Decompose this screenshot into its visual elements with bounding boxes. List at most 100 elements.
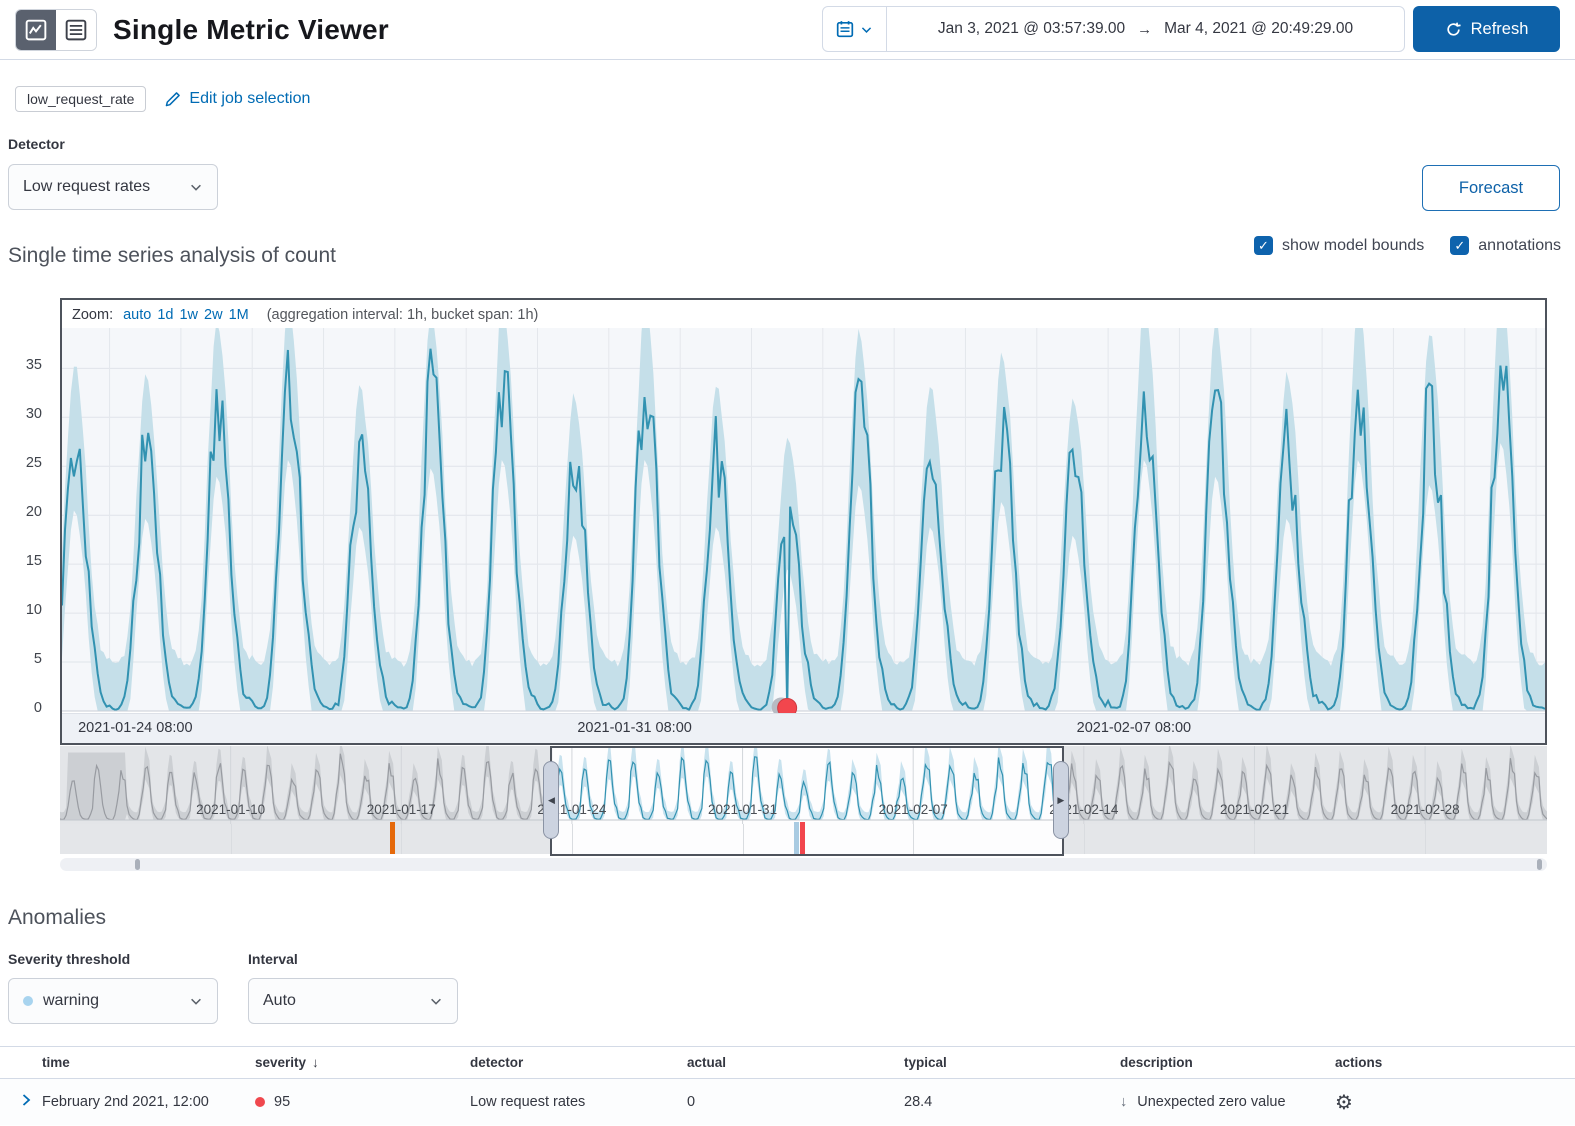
x-tick-label: 2021-02-07 08:00 xyxy=(1049,720,1219,736)
expand-row-button[interactable] xyxy=(0,1079,42,1126)
context-time-series-plot[interactable]: 2021-01-102021-01-172021-01-242021-01-31… xyxy=(60,746,1547,824)
swimlane-gridline xyxy=(231,824,232,854)
swimlane-gridline xyxy=(1084,824,1085,854)
x-tick-label: 2021-01-31 08:00 xyxy=(550,720,720,736)
y-tick-label: 30 xyxy=(26,406,42,422)
zoom-auto-link[interactable]: auto xyxy=(123,307,151,323)
brush-left-handle[interactable]: ◀ xyxy=(543,761,559,839)
detector-label: Detector xyxy=(8,136,65,152)
start-date-button[interactable]: Jan 3, 2021 @ 03:57:39.00 xyxy=(938,20,1125,38)
brush-right-handle[interactable]: ▶ xyxy=(1053,761,1069,839)
refresh-label: Refresh xyxy=(1471,20,1529,39)
scrollbar-left-handle[interactable] xyxy=(135,859,140,870)
y-tick-label: 15 xyxy=(26,553,42,569)
swimlane-gridline xyxy=(913,824,914,854)
table-row: February 2nd 2021, 12:00 95 Low request … xyxy=(0,1079,1575,1126)
annotations-checkbox[interactable]: ✓ annotations xyxy=(1450,236,1561,255)
anomalies-heading: Anomalies xyxy=(8,906,106,930)
y-tick-label: 35 xyxy=(26,357,42,373)
edit-job-selection-label: Edit job selection xyxy=(189,90,310,108)
checkbox-checked-icon: ✓ xyxy=(1450,236,1469,255)
anomaly-swimlane[interactable] xyxy=(60,824,1547,854)
end-date-button[interactable]: Mar 4, 2021 @ 20:49:29.00 xyxy=(1164,20,1353,38)
svg-text:2021-02-28: 2021-02-28 xyxy=(1391,802,1460,817)
svg-text:2021-01-31: 2021-01-31 xyxy=(708,802,777,817)
job-badge: low_request_rate xyxy=(15,86,146,112)
detector-select[interactable]: Low request rates xyxy=(8,164,218,210)
header-left: Single Metric Viewer xyxy=(15,9,389,51)
column-header-actual[interactable]: actual xyxy=(687,1047,904,1079)
date-range-picker[interactable]: Jan 3, 2021 @ 03:57:39.00 → Mar 4, 2021 … xyxy=(822,6,1405,52)
range-arrow-icon: → xyxy=(1137,21,1152,38)
checkbox-checked-icon: ✓ xyxy=(1254,236,1273,255)
zoom-1d-link[interactable]: 1d xyxy=(157,307,173,323)
scrollbar-right-handle[interactable] xyxy=(1537,859,1542,870)
cell-severity: 95 xyxy=(255,1079,470,1126)
focus-y-axis: 05101520253035 xyxy=(0,326,52,716)
calendar-icon xyxy=(836,20,854,38)
zoom-1M-link[interactable]: 1M xyxy=(229,307,249,323)
detector-value: Low request rates xyxy=(23,178,150,196)
line-chart-icon xyxy=(25,19,47,41)
column-header-typical[interactable]: typical xyxy=(904,1047,1120,1079)
table-icon xyxy=(65,19,87,41)
focus-time-series-plot[interactable] xyxy=(62,328,1545,713)
swimlane-gridline xyxy=(572,824,573,854)
view-toggle-group xyxy=(15,9,97,51)
zoom-label: Zoom: xyxy=(72,307,113,323)
interval-value: Auto xyxy=(263,992,296,1010)
swimlane-gridline xyxy=(401,824,402,854)
chevron-down-icon xyxy=(429,994,443,1008)
swimlane-gridline xyxy=(1254,824,1255,854)
chart-view-button[interactable] xyxy=(16,10,56,50)
column-header-detector[interactable]: detector xyxy=(470,1047,687,1079)
table-header-row: time severity↓ detector actual typical d… xyxy=(0,1047,1575,1079)
header-divider xyxy=(0,59,1575,60)
cell-time: February 2nd 2021, 12:00 xyxy=(42,1079,255,1126)
focus-chart: Zoom: auto 1d 1w 2w 1M (aggregation inte… xyxy=(60,298,1547,745)
critical-severity-dot xyxy=(255,1097,265,1107)
severity-threshold-select[interactable]: warning xyxy=(8,978,218,1024)
edit-job-selection-link[interactable]: Edit job selection xyxy=(164,90,310,108)
zoom-1w-link[interactable]: 1w xyxy=(179,307,198,323)
svg-text:2021-01-10: 2021-01-10 xyxy=(196,802,265,817)
swimlane-gridline xyxy=(743,824,744,854)
zoom-controls: Zoom: auto 1d 1w 2w 1M (aggregation inte… xyxy=(62,300,1545,328)
column-header-severity[interactable]: severity↓ xyxy=(255,1047,470,1079)
forecast-button[interactable]: Forecast xyxy=(1422,165,1560,211)
swimlane-segment xyxy=(1062,824,1547,854)
column-header-time[interactable]: time xyxy=(42,1047,255,1079)
single-metric-viewer-page: Single Metric Viewer Jan 3, 2021 @ 03:57… xyxy=(0,0,1575,1126)
zoom-2w-link[interactable]: 2w xyxy=(204,307,223,323)
sort-desc-icon: ↓ xyxy=(312,1055,319,1070)
y-tick-label: 20 xyxy=(26,504,42,520)
svg-text:2021-01-17: 2021-01-17 xyxy=(367,802,436,817)
interval-select[interactable]: Auto xyxy=(248,978,458,1024)
refresh-button[interactable]: Refresh xyxy=(1413,6,1560,52)
svg-text:2021-02-07: 2021-02-07 xyxy=(879,802,948,817)
chevron-down-icon xyxy=(189,994,203,1008)
severity-threshold-value: warning xyxy=(43,992,99,1010)
warning-severity-dot xyxy=(23,996,33,1006)
table-view-button[interactable] xyxy=(56,10,96,50)
refresh-icon xyxy=(1445,21,1462,38)
swimlane-gridline xyxy=(1425,824,1426,854)
arrow-down-icon: ↓ xyxy=(1120,1094,1127,1110)
annotations-label: annotations xyxy=(1478,237,1561,255)
context-chart: 2021-01-102021-01-172021-01-242021-01-31… xyxy=(60,746,1547,874)
chevron-right-icon xyxy=(18,1092,34,1108)
critical-anomaly-tick xyxy=(800,822,805,854)
show-model-bounds-checkbox[interactable]: ✓ show model bounds xyxy=(1254,236,1424,255)
calendar-dropdown-button[interactable] xyxy=(823,7,887,51)
column-header-actions[interactable]: actions xyxy=(1335,1047,1575,1079)
y-tick-label: 10 xyxy=(26,602,42,618)
chevron-down-icon xyxy=(189,180,203,194)
column-header-description[interactable]: description xyxy=(1120,1047,1335,1079)
cell-typical: 28.4 xyxy=(904,1079,1120,1126)
chevron-down-icon xyxy=(860,23,873,36)
context-scrollbar[interactable] xyxy=(60,858,1547,871)
gear-icon[interactable]: ⚙ xyxy=(1335,1090,1353,1114)
x-tick-label: 2021-01-24 08:00 xyxy=(50,720,220,736)
interval-label: Interval xyxy=(248,951,298,967)
swimlane-segment xyxy=(552,824,1061,854)
